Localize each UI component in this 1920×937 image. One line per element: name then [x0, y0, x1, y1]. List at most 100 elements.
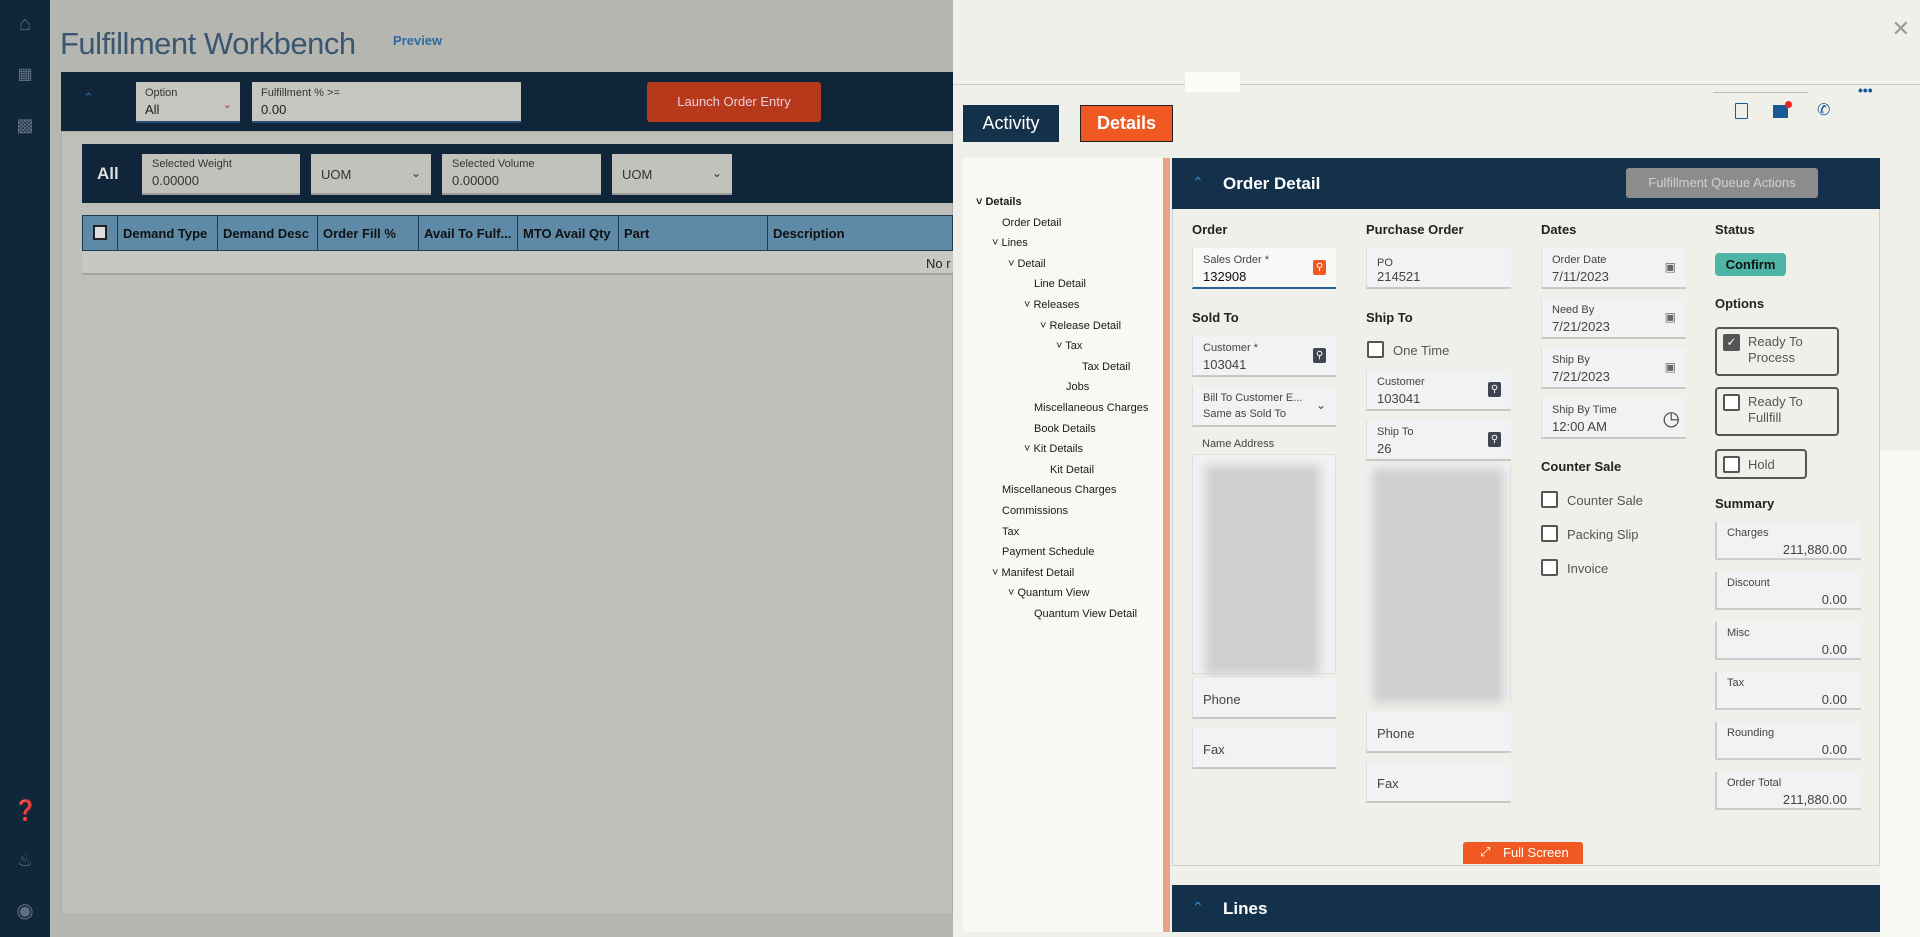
calendar-icon[interactable]: ▣: [1665, 260, 1676, 274]
message-icon[interactable]: [1773, 101, 1792, 118]
checkbox-checked-icon[interactable]: ✓: [1723, 334, 1740, 351]
tree-item[interactable]: ˅ Manifest Detail: [992, 567, 1074, 579]
tree-item[interactable]: ˅ Detail: [1008, 258, 1046, 270]
search-icon[interactable]: ⚲: [1313, 348, 1326, 363]
tree-item[interactable]: ˅ Tax: [1056, 340, 1082, 352]
tree-item[interactable]: ˅ Kit Details: [1024, 443, 1083, 455]
counter-sale-heading: Counter Sale: [1541, 459, 1622, 474]
home-icon[interactable]: ⌂: [13, 12, 37, 36]
weight-label: Selected Weight: [152, 158, 232, 170]
user-icon[interactable]: ◉: [13, 899, 37, 923]
option-label: Hold: [1748, 457, 1775, 472]
ship-to-fax-input[interactable]: Fax: [1366, 762, 1511, 803]
column-header[interactable]: Avail To Fulf...: [419, 216, 518, 251]
more-options-icon[interactable]: •••: [1858, 82, 1873, 98]
search-icon[interactable]: ⚲: [1488, 382, 1501, 397]
full-screen-button[interactable]: ⤢ Full Screen: [1463, 842, 1583, 864]
tree-item[interactable]: Tax: [1002, 526, 1019, 538]
collapse-chevron-icon[interactable]: ⌃: [1192, 174, 1204, 191]
column-header[interactable]: MTO Avail Qty: [518, 216, 619, 251]
sales-order-input[interactable]: Sales Order * 132908 ⚲: [1192, 248, 1336, 289]
calendar-icon[interactable]: ▣: [1665, 310, 1676, 324]
ship-to-phone-input[interactable]: Phone: [1366, 712, 1511, 753]
tree-item[interactable]: Miscellaneous Charges: [1034, 402, 1148, 414]
tree-item[interactable]: ˅ Releases: [1024, 299, 1080, 311]
column-header[interactable]: Description: [768, 216, 968, 251]
ship-by-time-input[interactable]: Ship By Time 12:00 AM ◷: [1541, 398, 1686, 439]
customer-input[interactable]: Customer * 103041 ⚲: [1192, 336, 1336, 377]
tree-item[interactable]: ˅ Lines: [992, 237, 1028, 249]
document-icon[interactable]: [1735, 103, 1748, 119]
chevron-down-icon[interactable]: ˅: [1056, 340, 1065, 352]
options-heading: Options: [1715, 296, 1765, 311]
empty-row: No r: [82, 251, 953, 275]
status-badge: Confirm: [1715, 253, 1786, 276]
help-icon[interactable]: ❓: [13, 799, 38, 823]
checkbox[interactable]: [1723, 394, 1740, 411]
tree-item[interactable]: ˅ Quantum View: [1008, 587, 1089, 599]
tree-item[interactable]: Tax Detail: [1082, 361, 1130, 373]
tree-item-label: Miscellaneous Charges: [1034, 402, 1149, 414]
tree-item[interactable]: Book Details: [1034, 423, 1096, 435]
tab-activity[interactable]: Activity: [963, 105, 1059, 142]
bell-icon[interactable]: ♨: [13, 849, 37, 873]
column-header[interactable]: Demand Type: [118, 216, 218, 251]
weight-uom-select[interactable]: UOM ⌄: [311, 154, 431, 195]
tab-details[interactable]: Details: [1080, 105, 1173, 142]
dashboard-icon[interactable]: ▩: [13, 113, 37, 137]
one-time-checkbox[interactable]: [1367, 341, 1384, 358]
field-value: Same as Sold To: [1203, 408, 1286, 420]
ship-to-input[interactable]: Ship To 26 ⚲: [1366, 420, 1511, 461]
ship-by-input[interactable]: Ship By 7/21/2023 ▣: [1541, 348, 1686, 389]
search-icon[interactable]: ⚲: [1313, 260, 1326, 275]
select-all-checkbox[interactable]: [83, 216, 118, 251]
bill-to-select[interactable]: Bill To Customer E... Same as Sold To ⌄: [1192, 386, 1336, 427]
fulfillment-percent-input[interactable]: Fulfillment % >= 0.00: [252, 82, 521, 123]
splitter-handle[interactable]: [1163, 158, 1170, 932]
ready-to-process-option[interactable]: ✓ Ready To Process: [1715, 327, 1839, 376]
collapse-chevron-icon[interactable]: ⌃: [1192, 899, 1204, 916]
tree-item[interactable]: Quantum View Detail: [1034, 608, 1137, 620]
fulfillment-queue-actions-button[interactable]: Fulfillment Queue Actions: [1626, 168, 1818, 198]
grid-title: All: [97, 164, 119, 183]
launch-order-entry-button[interactable]: Launch Order Entry: [647, 82, 821, 122]
collapse-chevron-icon[interactable]: ⌃: [83, 90, 94, 106]
order-date-input[interactable]: Order Date 7/11/2023 ▣: [1541, 248, 1686, 289]
invoice-checkbox[interactable]: [1541, 559, 1558, 576]
tree-item[interactable]: ˅ Details: [976, 196, 1022, 208]
clock-icon[interactable]: ◷: [1663, 406, 1680, 431]
sold-to-phone-input[interactable]: Phone: [1192, 678, 1336, 719]
hold-option[interactable]: Hold: [1715, 449, 1807, 479]
tree-item[interactable]: Commissions: [1002, 505, 1068, 517]
tree-item[interactable]: Line Detail: [1034, 278, 1086, 290]
tree-item[interactable]: Payment Schedule: [1002, 546, 1094, 558]
sold-to-fax-input[interactable]: Fax: [1192, 728, 1336, 769]
counter-sale-checkbox[interactable]: [1541, 491, 1558, 508]
tree-item[interactable]: Order Detail: [1002, 217, 1061, 229]
po-input[interactable]: PO 214521: [1366, 248, 1511, 289]
column-header[interactable]: Order Fill %: [318, 216, 419, 251]
phone-list-icon[interactable]: ✆: [1817, 100, 1830, 120]
preview-badge[interactable]: Preview: [393, 33, 442, 48]
packing-slip-checkbox[interactable]: [1541, 525, 1558, 542]
tree-item[interactable]: Kit Detail: [1050, 464, 1094, 476]
column-header[interactable]: Part: [619, 216, 768, 251]
tree-item[interactable]: ˅ Release Detail: [1040, 320, 1121, 332]
close-icon[interactable]: ✕: [1892, 16, 1910, 42]
full-screen-label: Full Screen: [1503, 845, 1569, 860]
ship-to-customer-input[interactable]: Customer 103041 ⚲: [1366, 370, 1511, 411]
column-header[interactable]: Demand Desc: [218, 216, 318, 251]
apps-grid-icon[interactable]: ▦: [13, 63, 37, 87]
tree-item[interactable]: Miscellaneous Charges: [1002, 484, 1116, 496]
option-select[interactable]: Option All ⌄: [136, 82, 240, 123]
volume-uom-select[interactable]: UOM ⌄: [612, 154, 732, 195]
need-by-input[interactable]: Need By 7/21/2023 ▣: [1541, 298, 1686, 339]
order-detail-header[interactable]: ⌃ Order Detail Fulfillment Queue Actions: [1172, 158, 1880, 209]
tree-item-label: Releases: [1033, 299, 1080, 311]
lines-header[interactable]: ⌃ Lines: [1172, 885, 1880, 932]
search-icon[interactable]: ⚲: [1488, 432, 1501, 447]
ready-to-fulfill-option[interactable]: Ready To Fullfill: [1715, 387, 1839, 436]
tree-item[interactable]: Jobs: [1066, 381, 1089, 393]
checkbox[interactable]: [1723, 456, 1740, 473]
calendar-icon[interactable]: ▣: [1665, 360, 1676, 374]
